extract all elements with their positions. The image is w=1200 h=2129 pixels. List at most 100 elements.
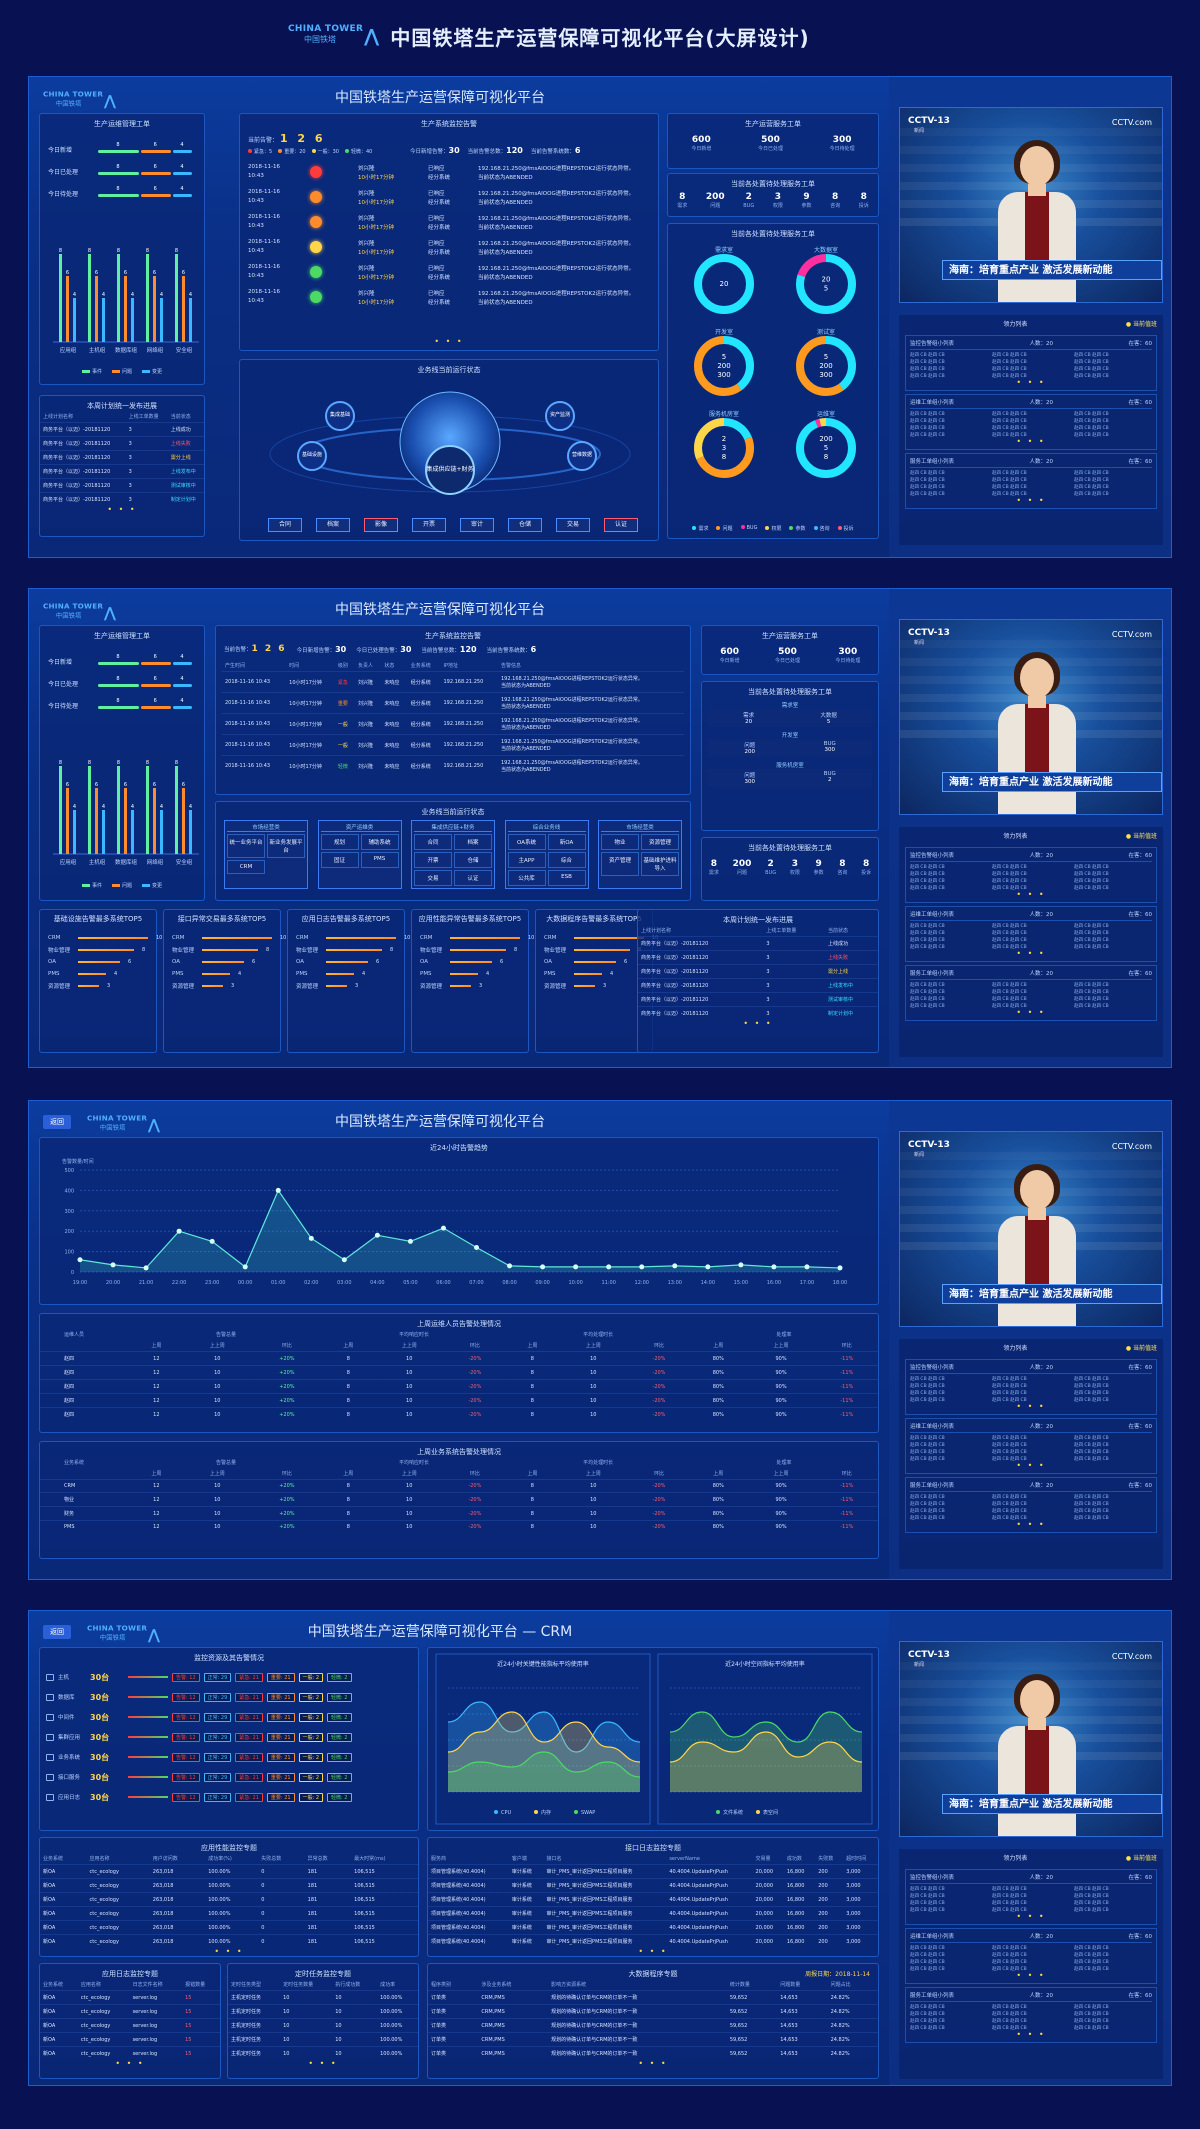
staff-cell[interactable]: 赵四 CB 赵四 CB <box>1074 373 1152 379</box>
staff-cell[interactable]: 赵四 CB 赵四 CB <box>1074 1515 1152 1521</box>
alarm-row[interactable]: 2018-11-16 10:43 刘兴隆 10小时17分钟 已响应 经分系统 192.168… <box>248 162 650 187</box>
resource-row[interactable]: 数据库 30台 告警: 12 正常: 29 紧急: 21 重要: 21 一般: 2 轻微: 2 <box>46 1687 412 1707</box>
staff-cell[interactable]: 赵四 CB 赵四 CB <box>910 1397 988 1403</box>
staff-cell[interactable]: 赵四 CB 赵四 CB <box>992 1435 1070 1441</box>
staff-cell[interactable]: 赵四 CB 赵四 CB <box>910 359 988 365</box>
table-row[interactable]: 商务平台（以迈）-20181120 3 测试审核中 <box>638 992 878 1007</box>
alarm-row[interactable]: 2018-11-16 10:43 刘兴隆 10小时17分钟 已响应 经分系统 192.168… <box>248 187 650 212</box>
staff-cell[interactable]: 赵四 CB 赵四 CB <box>992 923 1070 929</box>
table-row[interactable]: 2018-11-16 10:43 10小时17分钟 一般 刘兴隆 未响应 经分系统 192.… <box>222 734 684 756</box>
staff-cell[interactable]: 赵四 CB 赵四 CB <box>992 878 1070 884</box>
staff-cell[interactable]: 赵四 CB 赵四 CB <box>992 1390 1070 1396</box>
pager-dots[interactable]: • • • <box>910 438 1152 446</box>
table-row[interactable]: 订单类 CRM,PMS 规划的待确认订单与CRM的订单不一致 59,652 14,653… <box>428 2046 878 2060</box>
table-row[interactable]: 项目管理系统(40.4004) 审计系统 审计_PMS_审计返回PMS工程项目服务 4… <box>428 1920 878 1935</box>
staff-cell[interactable]: 赵四 CB 赵四 CB <box>1074 1508 1152 1514</box>
staff-cell[interactable]: 赵四 CB 赵四 CB <box>910 1959 988 1965</box>
pager-dots[interactable]: • • • <box>910 1403 1152 1411</box>
pager-dots[interactable]: • • • <box>910 379 1152 387</box>
staff-cell[interactable]: 赵四 CB 赵四 CB <box>1074 1501 1152 1507</box>
staff-cell[interactable]: 赵四 CB 赵四 CB <box>992 359 1070 365</box>
staff-cell[interactable]: 赵四 CB 赵四 CB <box>992 484 1070 490</box>
staff-cell[interactable]: 赵四 CB 赵四 CB <box>992 2011 1070 2017</box>
staff-cell[interactable]: 赵四 CB 赵四 CB <box>992 366 1070 372</box>
staff-cell[interactable]: 赵四 CB 赵四 CB <box>1074 425 1152 431</box>
pager-dots[interactable]: • • • <box>428 2060 878 2068</box>
chain-item[interactable]: 档案 <box>454 834 492 850</box>
staff-cell[interactable]: 赵四 CB 赵四 CB <box>992 352 1070 358</box>
staff-cell[interactable]: 赵四 CB 赵四 CB <box>910 937 988 943</box>
staff-cell[interactable]: 赵四 CB 赵四 CB <box>992 425 1070 431</box>
staff-cell[interactable]: 赵四 CB 赵四 CB <box>992 1442 1070 1448</box>
table-row[interactable]: 主机定时任务 10 10 100.00% <box>228 2004 418 2019</box>
staff-cell[interactable]: 赵四 CB 赵四 CB <box>1074 1442 1152 1448</box>
table-row[interactable]: 赵四 12 10 +20% 8 10 -20% 8 10 -20% 80% 90% -11% <box>40 1351 878 1366</box>
table-row[interactable]: 主机定时任务 10 10 100.00% <box>228 2046 418 2060</box>
pager-dots[interactable]: • • • <box>40 1948 418 1956</box>
pager-dots[interactable]: • • • <box>910 1972 1152 1980</box>
table-row[interactable]: 新OA ctc_ecology 263,018 100.00% 0 181 106,515 <box>40 1864 418 1879</box>
staff-cell[interactable]: 赵四 CB 赵四 CB <box>992 1501 1070 1507</box>
table-row[interactable]: 2018-11-16 10:43 10小时17分钟 重要 刘兴隆 未响应 经分系统 192.… <box>222 692 684 714</box>
staff-cell[interactable]: 赵四 CB 赵四 CB <box>910 1900 988 1906</box>
pager-dots[interactable]: • • • <box>638 1020 878 1028</box>
staff-cell[interactable]: 赵四 CB 赵四 CB <box>910 1515 988 1521</box>
chain-item[interactable]: 交易 <box>414 870 452 886</box>
staff-cell[interactable]: 赵四 CB 赵四 CB <box>992 989 1070 995</box>
staff-cell[interactable]: 赵四 CB 赵四 CB <box>1074 2018 1152 2024</box>
staff-cell[interactable]: 赵四 CB 赵四 CB <box>910 2011 988 2017</box>
staff-cell[interactable]: 赵四 CB 赵四 CB <box>1074 477 1152 483</box>
table-row[interactable]: 项目管理系统(40.4004) 审计系统 审计_PMS_审计返回PMS工程项目服务 4… <box>428 1878 878 1893</box>
table-row[interactable]: 商务平台（以迈）-20181120 3 上线失败 <box>40 436 204 451</box>
staff-cell[interactable]: 赵四 CB 赵四 CB <box>910 1945 988 1951</box>
table-row[interactable]: 新OA ctc_ecology server.log 15 <box>40 2032 220 2047</box>
staff-cell[interactable]: 赵四 CB 赵四 CB <box>992 1376 1070 1382</box>
table-row[interactable]: 新OA ctc_ecology server.log 15 <box>40 1990 220 2005</box>
pager-dots[interactable]: • • • <box>910 497 1152 505</box>
staff-cell[interactable]: 赵四 CB 赵四 CB <box>910 366 988 372</box>
staff-cell[interactable]: 赵四 CB 赵四 CB <box>992 930 1070 936</box>
staff-cell[interactable]: 赵四 CB 赵四 CB <box>1074 1383 1152 1389</box>
staff-cell[interactable]: 赵四 CB 赵四 CB <box>910 1456 988 1462</box>
sat-label-2[interactable]: 基础设施 <box>298 451 326 458</box>
staff-cell[interactable]: 赵四 CB 赵四 CB <box>910 432 988 438</box>
staff-cell[interactable]: 赵四 CB 赵四 CB <box>1074 432 1152 438</box>
staff-cell[interactable]: 赵四 CB 赵四 CB <box>910 996 988 1002</box>
staff-cell[interactable]: 赵四 CB 赵四 CB <box>992 418 1070 424</box>
staff-cell[interactable]: 赵四 CB 赵四 CB <box>910 1907 988 1913</box>
resource-row[interactable]: 接口服务 30台 告警: 12 正常: 29 紧急: 21 重要: 21 一般: 2 轻微: … <box>46 1767 412 1787</box>
alarm-row[interactable]: 2018-11-16 10:43 刘兴隆 10小时17分钟 已响应 经分系统 192.168… <box>248 212 650 237</box>
table-row[interactable]: 新OA ctc_ecology 263,018 100.00% 0 181 106,515 <box>40 1892 418 1907</box>
staff-cell[interactable]: 赵四 CB 赵四 CB <box>1074 923 1152 929</box>
staff-cell[interactable]: 赵四 CB 赵四 CB <box>910 425 988 431</box>
chain-item[interactable]: 基础维护进料导入 <box>641 852 679 876</box>
pager-dots[interactable]: • • • <box>910 1009 1152 1017</box>
alarm-row[interactable]: 2018-11-16 10:43 刘兴隆 10小时17分钟 已响应 经分系统 192.168… <box>248 262 650 287</box>
staff-cell[interactable]: 赵四 CB 赵四 CB <box>992 982 1070 988</box>
staff-cell[interactable]: 赵四 CB 赵四 CB <box>910 944 988 950</box>
staff-cell[interactable]: 赵四 CB 赵四 CB <box>910 871 988 877</box>
staff-cell[interactable]: 赵四 CB 赵四 CB <box>992 1449 1070 1455</box>
resource-row[interactable]: 应用日志 30台 告警: 12 正常: 29 紧急: 21 重要: 21 一般: 2 轻微: … <box>46 1787 412 1807</box>
staff-cell[interactable]: 赵四 CB 赵四 CB <box>1074 1966 1152 1972</box>
table-row[interactable]: PMS 12 10 +20% 8 10 -20% 8 10 -20% 80% 90% -11% <box>40 1520 878 1533</box>
on-duty-toggle[interactable]: ● 当前值班 <box>1126 1343 1157 1352</box>
staff-cell[interactable]: 赵四 CB 赵四 CB <box>1074 1945 1152 1951</box>
chain-button[interactable]: 影像 <box>364 518 398 532</box>
chain-item[interactable]: 统一业务平台 <box>227 834 265 858</box>
staff-cell[interactable]: 赵四 CB 赵四 CB <box>1074 930 1152 936</box>
staff-cell[interactable]: 赵四 CB 赵四 CB <box>992 1494 1070 1500</box>
staff-cell[interactable]: 赵四 CB 赵四 CB <box>910 989 988 995</box>
pager-dots[interactable]: • • • <box>910 891 1152 899</box>
on-duty-toggle[interactable]: ● 当前值班 <box>1126 831 1157 840</box>
table-row[interactable]: 订单类 CRM,PMS 规划的待确认订单与CRM的订单不一致 59,652 14,653… <box>428 2004 878 2019</box>
chain-item[interactable]: 辅助系统 <box>360 834 399 850</box>
staff-cell[interactable]: 赵四 CB 赵四 CB <box>910 1376 988 1382</box>
table-row[interactable]: 财务 12 10 +20% 8 10 -20% 8 10 -20% 80% 90% -11% <box>40 1506 878 1521</box>
staff-cell[interactable]: 赵四 CB 赵四 CB <box>910 1383 988 1389</box>
staff-cell[interactable]: 赵四 CB 赵四 CB <box>1074 1435 1152 1441</box>
staff-cell[interactable]: 赵四 CB 赵四 CB <box>910 470 988 476</box>
chain-button[interactable]: 合同 <box>268 518 302 532</box>
staff-cell[interactable]: 赵四 CB 赵四 CB <box>910 411 988 417</box>
news-video[interactable]: CCTV-13 新闻 CCTV.com 海南：培育重点产业 激活发展新动能 <box>899 107 1163 303</box>
